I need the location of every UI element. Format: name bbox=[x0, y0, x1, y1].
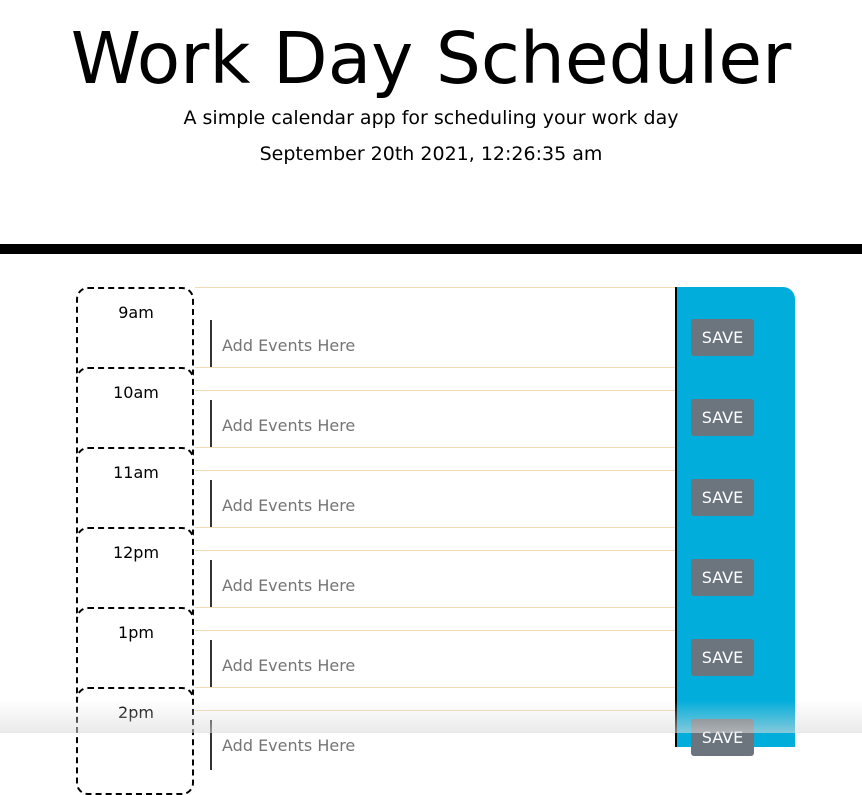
time-block-row: 10am SAVE bbox=[76, 367, 796, 475]
event-divider bbox=[195, 470, 675, 471]
save-button[interactable]: SAVE bbox=[691, 319, 754, 356]
event-divider bbox=[195, 710, 675, 711]
hour-label: 12pm bbox=[112, 543, 160, 562]
hour-label: 1pm bbox=[118, 623, 154, 642]
time-block-row: 12pm SAVE bbox=[76, 527, 796, 635]
event-input[interactable] bbox=[210, 400, 670, 450]
header-divider bbox=[0, 244, 862, 254]
event-area bbox=[195, 367, 675, 450]
event-area bbox=[195, 287, 675, 370]
hour-label: 11am bbox=[113, 463, 159, 482]
event-area bbox=[195, 607, 675, 690]
time-block-row: 9am SAVE bbox=[76, 287, 796, 395]
time-block-row: 11am SAVE bbox=[76, 447, 796, 555]
event-input[interactable] bbox=[210, 720, 670, 770]
event-area bbox=[195, 687, 675, 770]
page-subtitle: A simple calendar app for scheduling you… bbox=[183, 107, 679, 129]
time-block-row: 2pm SAVE bbox=[76, 687, 796, 795]
event-divider bbox=[195, 390, 675, 391]
hour-label-box: 2pm bbox=[76, 687, 194, 795]
save-button[interactable]: SAVE bbox=[691, 479, 754, 516]
hour-label: 2pm bbox=[118, 703, 154, 722]
current-datetime: September 20th 2021, 12:26:35 am bbox=[259, 143, 603, 165]
event-area bbox=[195, 447, 675, 530]
event-divider bbox=[195, 630, 675, 631]
event-input[interactable] bbox=[210, 560, 670, 610]
page-title: Work Day Scheduler bbox=[70, 17, 792, 100]
save-button[interactable]: SAVE bbox=[691, 559, 754, 596]
save-button[interactable]: SAVE bbox=[691, 639, 754, 676]
time-block-row: 1pm SAVE bbox=[76, 607, 796, 715]
event-input[interactable] bbox=[210, 320, 670, 370]
save-button[interactable]: SAVE bbox=[691, 719, 754, 756]
save-button[interactable]: SAVE bbox=[691, 399, 754, 436]
hour-label: 9am bbox=[118, 303, 154, 322]
hour-label: 10am bbox=[113, 383, 159, 402]
event-input[interactable] bbox=[210, 640, 670, 690]
event-input[interactable] bbox=[210, 480, 670, 530]
event-area bbox=[195, 527, 675, 610]
event-divider bbox=[195, 550, 675, 551]
scheduler: 9am SAVE 10am SAVE 11am SAVE 12pm SAVE bbox=[76, 287, 796, 795]
